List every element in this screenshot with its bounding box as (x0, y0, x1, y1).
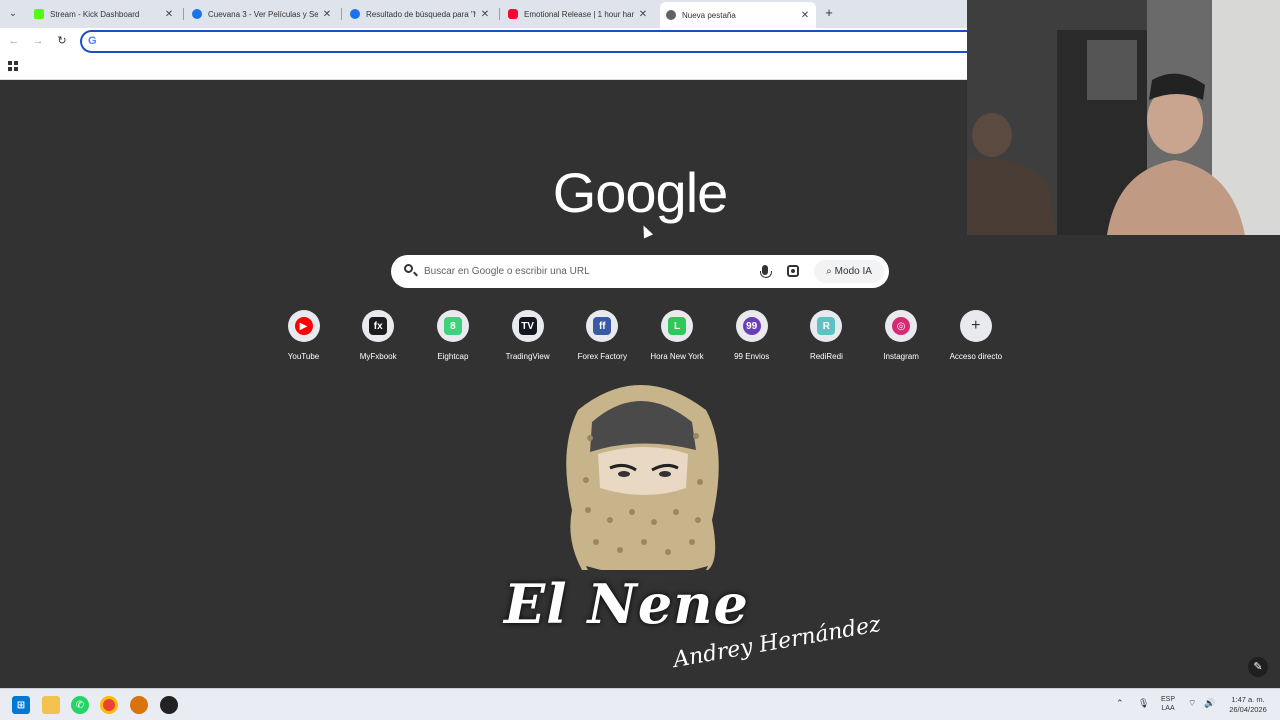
rediredi-icon: R (817, 317, 836, 335)
search-box[interactable]: ⌕ Modo IA (391, 255, 889, 288)
back-icon[interactable]: ← (7, 34, 21, 48)
shortcut-tradingview[interactable]: TV TradingView (490, 310, 565, 361)
close-tab-icon[interactable]: ✕ (322, 9, 332, 20)
shortcut-tile[interactable]: R (810, 310, 843, 342)
screen: ⌄ Stream - Kick Dashboard ✕ Cuevana 3 - … (0, 0, 1280, 720)
shortcut-tile[interactable]: ◎ (885, 310, 918, 342)
myfxbook-icon: fx (369, 317, 388, 335)
tab-strip: ⌄ Stream - Kick Dashboard ✕ Cuevana 3 - … (0, 0, 968, 28)
youtube-icon: ▶ (294, 317, 313, 335)
shortcut-instagram[interactable]: ◎ Instagram (864, 310, 939, 361)
instagram-icon: ◎ (892, 317, 911, 335)
forexfactory-icon: ff (593, 317, 612, 335)
tray-overflow-chevron-icon[interactable]: ⌃ (1116, 698, 1124, 709)
app-taskbar-icon[interactable] (130, 696, 148, 714)
shortcut-acceso-directo[interactable]: + Acceso directo (938, 310, 1013, 361)
shortcut-hora-new-york[interactable]: L Hora New York (640, 310, 715, 361)
shortcut-eightcap[interactable]: 8 Eightcap (415, 310, 490, 361)
new-tab-button[interactable]: + (822, 6, 836, 20)
shortcut-myfxbook[interactable]: fx MyFxbook (341, 310, 416, 361)
volume-icon[interactable]: 🔊 (1204, 698, 1215, 709)
search-input[interactable] (424, 263, 744, 279)
close-tab-icon[interactable]: ✕ (800, 10, 810, 21)
whatsapp-icon[interactable]: ✆ (71, 696, 89, 714)
tradingview-icon: TV (518, 317, 537, 335)
shortcut-tile[interactable]: 8 (436, 310, 469, 342)
chrome-icon (666, 10, 676, 20)
microphone-tray-icon[interactable]: 🎙 (1138, 698, 1149, 709)
shortcut-label: Eightcap (437, 352, 469, 361)
file-explorer-icon[interactable] (42, 696, 60, 714)
obs-taskbar-icon[interactable] (160, 696, 178, 714)
cuevana-icon (192, 9, 202, 19)
tab-emotional-release[interactable]: Emotional Release | 1 hour han ✕ (502, 4, 654, 24)
customize-pencil-icon[interactable]: ✎ (1248, 657, 1268, 677)
tab-search-chevron-icon[interactable]: ⌄ (6, 7, 20, 21)
browser-toolbar: ← → ↻ G (0, 28, 968, 55)
close-tab-icon[interactable]: ✕ (480, 9, 490, 20)
shortcut-tile[interactable]: + (959, 310, 992, 342)
shortcut-forex-factory[interactable]: ff Forex Factory (565, 310, 640, 361)
shortcut-label: Hora New York (650, 352, 704, 361)
close-tab-icon[interactable]: ✕ (164, 9, 174, 20)
shortcut-99-envios[interactable]: 99 99 Envios (714, 310, 789, 361)
shortcut-label: Forex Factory (577, 352, 627, 361)
search-icon (404, 264, 413, 273)
webcam-overlay (967, 0, 1280, 235)
tab-kick-dashboard[interactable]: Stream - Kick Dashboard ✕ (28, 4, 180, 24)
shortcut-rediredi[interactable]: R RediRedi (789, 310, 864, 361)
kick-icon (34, 9, 44, 19)
google-lens-icon[interactable] (787, 265, 799, 277)
shortcut-label: MyFxbook (359, 352, 397, 361)
shortcut-label: RediRedi (809, 352, 843, 361)
cuevana-icon (350, 9, 360, 19)
reload-icon[interactable]: ↻ (55, 34, 69, 48)
shortcut-tile[interactable]: TV (511, 310, 544, 342)
google-logo: Google (552, 161, 729, 224)
shortcut-label: 99 Envios (734, 352, 770, 361)
tab-new-tab[interactable]: Nueva pestaña ✕ (660, 2, 816, 28)
tab-search-results[interactable]: Resultado de búsqueda para "h ✕ (344, 4, 496, 24)
shortcut-label: YouTube (287, 352, 320, 361)
ai-mode-button[interactable]: ⌕ Modo IA (814, 260, 884, 283)
shortcut-label: TradingView (505, 352, 550, 361)
chrome-taskbar-icon[interactable] (100, 696, 118, 714)
shortcut-youtube[interactable]: ▶ YouTube (266, 310, 341, 361)
mouse-cursor-icon (638, 223, 654, 239)
ai-mode-search-icon: ⌕ (826, 266, 832, 277)
taskbar: ⊞ ✆ ⌃ 🎙 ESP LAA ⌔ 🔊 1:47 a. m. 26/04/202… (0, 688, 1280, 720)
system-clock[interactable]: 1:47 a. m. 26/04/2026 (1226, 695, 1270, 715)
address-bar[interactable]: G (80, 30, 968, 53)
apps-grid-icon[interactable] (8, 61, 18, 71)
shortcut-tile[interactable]: ff (586, 310, 619, 342)
forward-icon[interactable]: → (31, 34, 45, 48)
close-tab-icon[interactable]: ✕ (638, 9, 648, 20)
input-language[interactable]: ESP LAA (1161, 695, 1175, 713)
shortcut-tile[interactable]: fx (362, 310, 395, 342)
bookmarks-bar (0, 55, 968, 80)
hora-newyork-icon: L (668, 317, 686, 335)
windows-start-icon[interactable]: ⊞ (12, 696, 30, 714)
99envios-icon: 99 (742, 317, 761, 335)
eightcap-icon: 8 (443, 317, 462, 335)
wifi-icon[interactable]: ⌔ (1188, 698, 1196, 709)
youtube-icon (508, 9, 518, 19)
shortcut-label: Acceso directo (949, 352, 1003, 361)
shortcut-tile[interactable]: L (661, 310, 693, 342)
tab-cuevana[interactable]: Cuevana 3 - Ver Películas y Series ✕ (186, 4, 338, 24)
shortcut-tile[interactable]: 99 (735, 310, 768, 342)
shortcuts-grid: ▶ YouTube fx MyFxbook 8 Eightcap TV TradingView… (266, 310, 1014, 370)
shortcut-tile[interactable]: ▶ (287, 310, 320, 342)
background-title-text: El Nene (504, 572, 749, 636)
microphone-icon[interactable] (760, 265, 772, 278)
add-shortcut-icon: + (966, 317, 985, 335)
shortcut-label: Instagram (883, 352, 919, 361)
google-g-icon: G (88, 35, 97, 47)
